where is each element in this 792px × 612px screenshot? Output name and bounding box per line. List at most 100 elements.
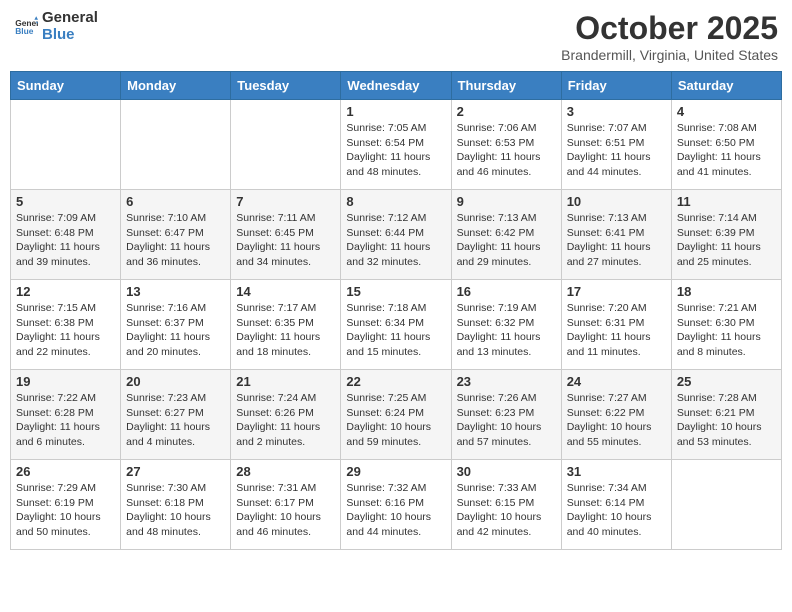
calendar-cell: 26Sunrise: 7:29 AM Sunset: 6:19 PM Dayli… [11,460,121,550]
day-info: Sunrise: 7:17 AM Sunset: 6:35 PM Dayligh… [236,301,335,360]
day-number: 21 [236,374,335,389]
location-subtitle: Brandermill, Virginia, United States [561,47,778,63]
calendar-cell: 12Sunrise: 7:15 AM Sunset: 6:38 PM Dayli… [11,280,121,370]
day-number: 17 [567,284,666,299]
day-number: 26 [16,464,115,479]
day-info: Sunrise: 7:25 AM Sunset: 6:24 PM Dayligh… [346,391,445,450]
calendar-cell: 9Sunrise: 7:13 AM Sunset: 6:42 PM Daylig… [451,190,561,280]
day-number: 31 [567,464,666,479]
day-info: Sunrise: 7:12 AM Sunset: 6:44 PM Dayligh… [346,211,445,270]
calendar-cell: 31Sunrise: 7:34 AM Sunset: 6:14 PM Dayli… [561,460,671,550]
calendar-cell: 1 Sunrise: 7:05 AM Sunset: 6:54 PM Daylig… [341,100,451,190]
day-info: Sunrise: 7:20 AM Sunset: 6:31 PM Dayligh… [567,301,666,360]
day-number: 2 [457,104,556,119]
day-info: Sunrise: 7:24 AM Sunset: 6:26 PM Dayligh… [236,391,335,450]
day-info: Sunrise: 7:31 AM Sunset: 6:17 PM Dayligh… [236,481,335,540]
calendar-cell [231,100,341,190]
day-number: 12 [16,284,115,299]
day-number: 27 [126,464,225,479]
day-info: Sunrise: 7:13 AM Sunset: 6:42 PM Dayligh… [457,211,556,270]
day-number: 22 [346,374,445,389]
day-number: 1 [346,104,445,119]
day-number: 7 [236,194,335,209]
calendar-cell: 6 Sunrise: 7:10 AM Sunset: 6:47 PM Daylig… [121,190,231,280]
calendar-week-4: 19 Sunrise: 7:22 AM Sunset: 6:28 PM Dayli… [11,370,782,460]
calendar-cell: 2 Sunrise: 7:06 AM Sunset: 6:53 PM Daylig… [451,100,561,190]
calendar-cell [121,100,231,190]
calendar-cell: 24 Sunrise: 7:27 AM Sunset: 6:22 PM Dayli… [561,370,671,460]
day-info: Sunrise: 7:30 AM Sunset: 6:18 PM Dayligh… [126,481,225,540]
calendar-cell [11,100,121,190]
title-block: October 2025 Brandermill, Virginia, Unit… [561,10,778,63]
day-number: 19 [16,374,115,389]
day-info: Sunrise: 7:07 AM Sunset: 6:51 PM Dayligh… [567,121,666,180]
weekday-header-friday: Friday [561,72,671,100]
day-info: Sunrise: 7:21 AM Sunset: 6:30 PM Dayligh… [677,301,776,360]
calendar-cell: 11 Sunrise: 7:14 AM Sunset: 6:39 PM Dayli… [671,190,781,280]
calendar-table: SundayMondayTuesdayWednesdayThursdayFrid… [10,71,782,550]
day-info: Sunrise: 7:14 AM Sunset: 6:39 PM Dayligh… [677,211,776,270]
day-number: 14 [236,284,335,299]
day-info: Sunrise: 7:22 AM Sunset: 6:28 PM Dayligh… [16,391,115,450]
day-number: 23 [457,374,556,389]
calendar-cell: 29Sunrise: 7:32 AM Sunset: 6:16 PM Dayli… [341,460,451,550]
day-info: Sunrise: 7:33 AM Sunset: 6:15 PM Dayligh… [457,481,556,540]
day-info: Sunrise: 7:27 AM Sunset: 6:22 PM Dayligh… [567,391,666,450]
calendar-cell [671,460,781,550]
day-info: Sunrise: 7:28 AM Sunset: 6:21 PM Dayligh… [677,391,776,450]
calendar-cell: 21 Sunrise: 7:24 AM Sunset: 6:26 PM Dayli… [231,370,341,460]
logo-general-text: General [42,10,98,27]
calendar-cell: 4 Sunrise: 7:08 AM Sunset: 6:50 PM Daylig… [671,100,781,190]
calendar-week-3: 12Sunrise: 7:15 AM Sunset: 6:38 PM Dayli… [11,280,782,370]
weekday-header-sunday: Sunday [11,72,121,100]
calendar-cell: 15Sunrise: 7:18 AM Sunset: 6:34 PM Dayli… [341,280,451,370]
calendar-week-5: 26Sunrise: 7:29 AM Sunset: 6:19 PM Dayli… [11,460,782,550]
calendar-cell: 23Sunrise: 7:26 AM Sunset: 6:23 PM Dayli… [451,370,561,460]
calendar-cell: 27 Sunrise: 7:30 AM Sunset: 6:18 PM Dayli… [121,460,231,550]
day-info: Sunrise: 7:19 AM Sunset: 6:32 PM Dayligh… [457,301,556,360]
svg-text:Blue: Blue [15,26,34,36]
day-number: 30 [457,464,556,479]
calendar-cell: 5 Sunrise: 7:09 AM Sunset: 6:48 PM Daylig… [11,190,121,280]
day-number: 20 [126,374,225,389]
day-number: 28 [236,464,335,479]
calendar-cell: 14 Sunrise: 7:17 AM Sunset: 6:35 PM Dayli… [231,280,341,370]
calendar-cell: 30 Sunrise: 7:33 AM Sunset: 6:15 PM Dayli… [451,460,561,550]
day-info: Sunrise: 7:11 AM Sunset: 6:45 PM Dayligh… [236,211,335,270]
calendar-cell: 3Sunrise: 7:07 AM Sunset: 6:51 PM Daylig… [561,100,671,190]
calendar-week-1: 1 Sunrise: 7:05 AM Sunset: 6:54 PM Daylig… [11,100,782,190]
weekday-header-wednesday: Wednesday [341,72,451,100]
day-info: Sunrise: 7:09 AM Sunset: 6:48 PM Dayligh… [16,211,115,270]
day-info: Sunrise: 7:08 AM Sunset: 6:50 PM Dayligh… [677,121,776,180]
day-number: 4 [677,104,776,119]
day-number: 10 [567,194,666,209]
calendar-cell: 28 Sunrise: 7:31 AM Sunset: 6:17 PM Dayli… [231,460,341,550]
calendar-cell: 25Sunrise: 7:28 AM Sunset: 6:21 PM Dayli… [671,370,781,460]
month-title: October 2025 [561,10,778,47]
logo-blue-text: Blue [42,27,98,44]
day-number: 24 [567,374,666,389]
day-info: Sunrise: 7:13 AM Sunset: 6:41 PM Dayligh… [567,211,666,270]
day-info: Sunrise: 7:06 AM Sunset: 6:53 PM Dayligh… [457,121,556,180]
calendar-cell: 10 Sunrise: 7:13 AM Sunset: 6:41 PM Dayli… [561,190,671,280]
day-info: Sunrise: 7:10 AM Sunset: 6:47 PM Dayligh… [126,211,225,270]
day-number: 13 [126,284,225,299]
day-number: 29 [346,464,445,479]
calendar-cell: 17 Sunrise: 7:20 AM Sunset: 6:31 PM Dayli… [561,280,671,370]
calendar-cell: 20 Sunrise: 7:23 AM Sunset: 6:27 PM Dayli… [121,370,231,460]
day-info: Sunrise: 7:05 AM Sunset: 6:54 PM Dayligh… [346,121,445,180]
day-number: 5 [16,194,115,209]
calendar-cell: 13Sunrise: 7:16 AM Sunset: 6:37 PM Dayli… [121,280,231,370]
logo-icon: General Blue [14,15,38,39]
calendar-cell: 19 Sunrise: 7:22 AM Sunset: 6:28 PM Dayli… [11,370,121,460]
calendar-cell: 18 Sunrise: 7:21 AM Sunset: 6:30 PM Dayli… [671,280,781,370]
weekday-header-tuesday: Tuesday [231,72,341,100]
day-number: 18 [677,284,776,299]
day-info: Sunrise: 7:23 AM Sunset: 6:27 PM Dayligh… [126,391,225,450]
day-number: 11 [677,194,776,209]
calendar-cell: 7 Sunrise: 7:11 AM Sunset: 6:45 PM Daylig… [231,190,341,280]
calendar-week-2: 5 Sunrise: 7:09 AM Sunset: 6:48 PM Daylig… [11,190,782,280]
day-number: 6 [126,194,225,209]
day-number: 16 [457,284,556,299]
weekday-header-saturday: Saturday [671,72,781,100]
